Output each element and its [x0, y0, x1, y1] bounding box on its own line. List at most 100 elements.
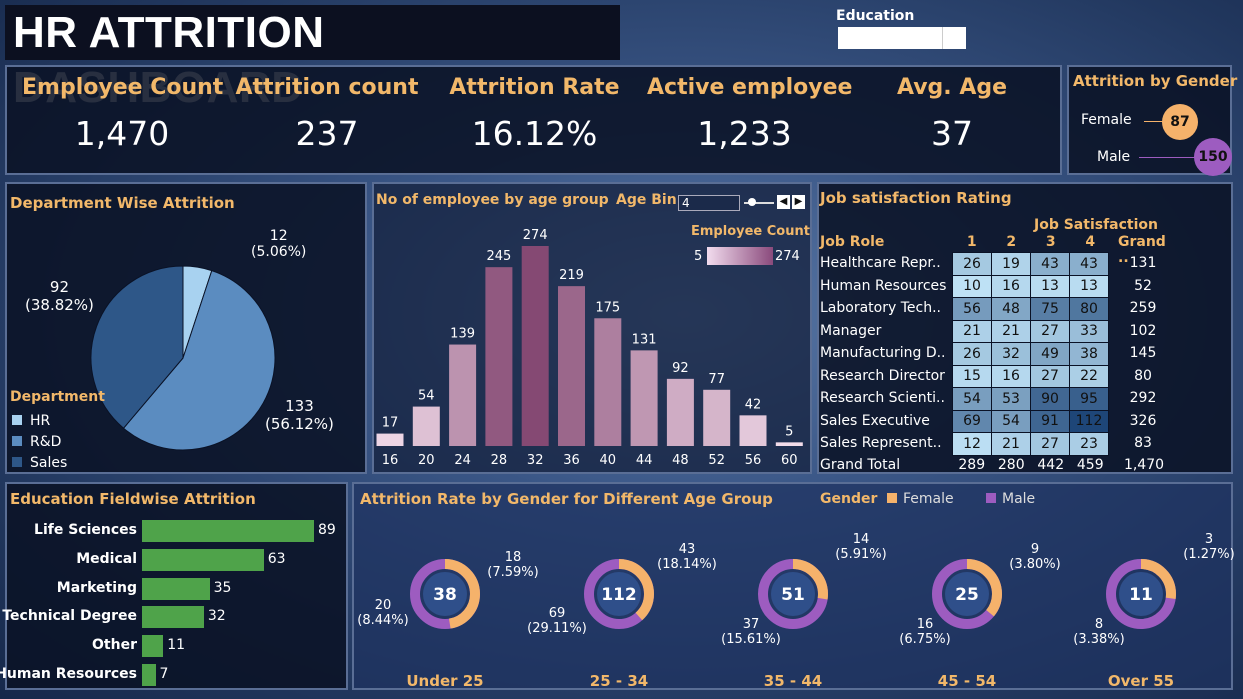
x-tick-label: 32	[527, 453, 544, 468]
heatmap-cell[interactable]: 80	[1069, 297, 1109, 321]
prev-button[interactable]: ◀	[777, 195, 790, 209]
bar-value-label: 131	[632, 332, 657, 347]
heatmap-cell[interactable]: 27	[1030, 319, 1070, 343]
x-tick-label: 16	[382, 453, 399, 468]
column-header: Grand ..	[1118, 234, 1166, 266]
heatmap-cell[interactable]: 49	[1030, 342, 1070, 366]
column-group-header: Job Satisfaction	[1034, 217, 1158, 233]
heatmap-cell[interactable]: 90	[1030, 387, 1070, 411]
heatmap-cell[interactable]: 56	[952, 297, 992, 321]
bar-value-label: 35	[213, 579, 232, 596]
age-bar[interactable]	[775, 442, 803, 446]
age-bar[interactable]	[376, 433, 404, 446]
sales-data-label: 92 (38.82%)	[25, 278, 94, 314]
row-total: 145	[1129, 345, 1157, 361]
heatmap-cell[interactable]: 54	[991, 409, 1031, 433]
education-bar[interactable]	[142, 520, 314, 542]
row-total: 102	[1129, 322, 1157, 339]
bar-value-label: 42	[745, 397, 762, 412]
row-header: Job Role	[820, 234, 885, 250]
heatmap-cell[interactable]: 21	[991, 432, 1031, 456]
heatmap-cell[interactable]: 27	[1030, 364, 1070, 388]
heatmap-cell[interactable]: 22	[1069, 364, 1109, 388]
age-bar[interactable]	[630, 350, 658, 446]
age-bar[interactable]	[666, 378, 694, 446]
heatmap-cell[interactable]: 16	[991, 364, 1031, 388]
next-button[interactable]: ▶	[792, 195, 805, 209]
rnd-data-label: 133 (56.12%)	[265, 397, 334, 433]
heatmap-cell[interactable]: 13	[1030, 274, 1070, 298]
heatmap-cell[interactable]: 91	[1030, 409, 1070, 433]
heatmap-cell[interactable]: 54	[952, 387, 992, 411]
education-filter-dropdown[interactable]	[838, 27, 966, 49]
age-bar[interactable]	[594, 318, 622, 446]
female-data-label: 3 (1.27%)	[1183, 532, 1235, 562]
heatmap-cell[interactable]: 33	[1069, 319, 1109, 343]
heatmap-cell[interactable]: 69	[952, 409, 992, 433]
male-bubble[interactable]: 150	[1194, 138, 1232, 176]
education-bar[interactable]	[142, 548, 264, 571]
age-bar[interactable]	[739, 415, 767, 446]
age-bar[interactable]	[449, 344, 477, 446]
column-header: 3	[1045, 234, 1056, 250]
kpi-value: 237	[295, 114, 359, 153]
kpi-label: Avg. Age	[896, 75, 1008, 100]
heatmap-cell[interactable]: 21	[952, 319, 992, 343]
slider-handle[interactable]	[748, 198, 756, 206]
gender-attrition-panel: Attrition by Gender Female 87 Male 150	[1067, 65, 1237, 176]
gender-donut[interactable]: 38	[405, 554, 485, 634]
gender-donut[interactable]: 112	[579, 554, 659, 634]
job-role-label: Sales Executive	[820, 412, 930, 429]
heatmap-cell[interactable]: 12	[952, 432, 992, 456]
bar-value-label: 89	[318, 522, 336, 538]
heatmap-cell[interactable]: 112	[1069, 409, 1109, 433]
heatmap-cell[interactable]: 32	[991, 342, 1031, 366]
kpi-attrition-count: Attrition count 237	[232, 75, 422, 153]
age-bin-label: Age Bin	[616, 192, 677, 208]
heatmap-cell[interactable]: 26	[952, 342, 992, 366]
female-bubble[interactable]: 87	[1162, 104, 1198, 140]
kpi-label: Employee Count	[22, 75, 224, 100]
heatmap-cell[interactable]: 95	[1069, 387, 1109, 411]
job-role-label: Research Scienti..	[820, 390, 945, 406]
heatmap-cell[interactable]: 19	[991, 252, 1031, 276]
grand-total-value: 442	[1037, 457, 1065, 473]
age-bar[interactable]	[703, 389, 731, 446]
education-bar[interactable]	[142, 606, 204, 629]
age-bin-input[interactable]: 4	[678, 195, 740, 211]
heatmap-cell[interactable]: 10	[952, 274, 992, 298]
legend-item-rnd[interactable]: R&D	[12, 432, 67, 453]
heatmap-cell[interactable]: 15	[952, 364, 992, 388]
column-headers: 1 2 3 4 Grand ..	[952, 234, 1170, 266]
heatmap-cell[interactable]: 38	[1069, 342, 1109, 366]
heatmap-cell[interactable]: 48	[991, 297, 1031, 321]
age-group-label: 45 - 54	[937, 672, 997, 690]
heatmap-grid: 26 19 43 43 10 16 13 13 56 48 75 80 21 21 27 33 26 32 49 38…	[952, 252, 1109, 456]
age-bar[interactable]	[521, 246, 549, 446]
heatmap-cell[interactable]: 23	[1069, 432, 1109, 456]
heatmap-cell[interactable]: 53	[991, 387, 1031, 411]
heatmap-cell[interactable]: 27	[1030, 432, 1070, 456]
education-bar[interactable]	[142, 577, 210, 600]
heatmap-cell[interactable]: 26	[952, 252, 992, 276]
panel-title: Attrition by Gender	[1073, 72, 1238, 90]
age-group-bar-chart: 17 16 54 20 139 24 245 28 274 32 219 36 175 40 131 44 92…	[376, 228, 803, 468]
age-bar[interactable]	[485, 267, 513, 446]
female-data-label: 9 (3.80%)	[1009, 542, 1061, 572]
female-data-label: 43 (18.14%)	[657, 542, 717, 572]
bar-value-label: 32	[207, 608, 226, 625]
age-bar[interactable]	[412, 406, 440, 446]
legend-item-sales[interactable]: Sales	[12, 453, 67, 474]
column-header: 1	[966, 234, 977, 250]
heatmap-cell[interactable]: 43	[1069, 252, 1109, 276]
heatmap-cell[interactable]: 16	[991, 274, 1031, 298]
heatmap-cell[interactable]: 21	[991, 319, 1031, 343]
education-bar[interactable]	[142, 635, 164, 658]
heatmap-cell[interactable]: 43	[1030, 252, 1070, 276]
x-tick-label: 44	[636, 453, 653, 468]
heatmap-cell[interactable]: 13	[1069, 274, 1109, 298]
heatmap-cell[interactable]: 75	[1030, 297, 1070, 321]
age-bar[interactable]	[558, 286, 585, 446]
education-bar[interactable]	[142, 664, 156, 686]
legend-item-hr[interactable]: HR	[12, 411, 67, 432]
